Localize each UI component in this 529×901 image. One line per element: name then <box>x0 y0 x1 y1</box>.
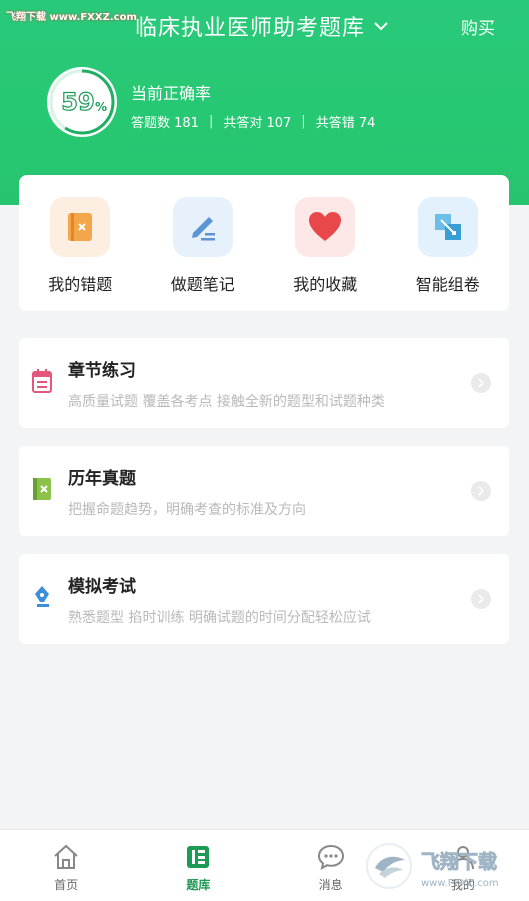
tab-label: 题库 <box>186 878 211 892</box>
accuracy-circle: 59 % <box>45 65 119 139</box>
calendar-list-icon <box>32 369 52 393</box>
card-mock-exam[interactable]: 模拟考试 熟悉题型 掐时训练 明确试题的时间分配轻松应试 <box>19 554 509 644</box>
separator: | <box>301 114 306 129</box>
watermark: 飞翔下载 www.FXXZ.com <box>6 12 137 23</box>
correct-count: 共答对 107 <box>223 116 292 131</box>
chevron-down-icon <box>374 22 388 31</box>
quick-item-smart-paper[interactable]: 智能组卷 <box>387 175 510 311</box>
smart-paper-icon <box>417 197 478 257</box>
answered-count: 答题数 181 <box>131 116 199 131</box>
card-past-exams[interactable]: 历年真题 把握命题趋势，明确考查的标准及方向 <box>19 446 509 536</box>
tab-label: 首页 <box>54 878 79 892</box>
stats-line: 答题数 181 | 共答对 107 | 共答错 74 <box>131 112 375 131</box>
tab-label: 消息 <box>318 878 343 892</box>
card-title: 章节练习 <box>68 361 136 381</box>
accuracy-percent-sign: % <box>95 100 107 114</box>
quick-label: 做题笔记 <box>170 275 235 294</box>
quick-label: 智能组卷 <box>415 275 480 294</box>
separator: | <box>208 114 214 129</box>
quick-item-favorites[interactable]: 我的收藏 <box>264 175 387 311</box>
favorites-heart-icon <box>295 197 356 257</box>
wrong-count: 共答错 74 <box>315 116 376 131</box>
logo-text: 飞翔下载 <box>421 850 497 873</box>
quick-item-wrong-questions[interactable]: 我的错题 <box>19 175 142 311</box>
app-title: 临床执业医师助考题库 <box>135 16 366 41</box>
accuracy-title: 当前正确率 <box>131 84 212 103</box>
chevron-right-icon <box>471 589 491 609</box>
notes-icon <box>172 197 233 257</box>
card-subtitle: 把握命题趋势，明确考查的标准及方向 <box>68 502 306 518</box>
tab-question-bank[interactable]: 题库 <box>132 830 264 901</box>
tab-home[interactable]: 首页 <box>0 830 132 901</box>
pen-nib-icon <box>35 586 49 607</box>
card-subtitle: 高质量试题 覆盖各考点 接触全新的题型和试题种类 <box>68 394 385 410</box>
card-title: 模拟考试 <box>68 577 136 597</box>
card-title: 历年真题 <box>68 469 136 489</box>
title-dropdown[interactable]: 临床执业医师助考题库 <box>135 10 391 42</box>
chevron-right-icon <box>471 373 491 393</box>
watermark-logo: 飞翔下载 www.FXXZ.com <box>366 843 499 889</box>
card-chapter-practice[interactable]: 章节练习 高质量试题 覆盖各考点 接触全新的题型和试题种类 <box>19 338 509 428</box>
accuracy-percent: 59 <box>61 88 94 116</box>
quick-label: 我的错题 <box>48 275 113 294</box>
home-icon <box>54 844 78 869</box>
quick-actions: 我的错题 做题笔记 我的收藏 智能组卷 <box>19 175 509 311</box>
exam-book-icon <box>33 478 51 500</box>
quick-label: 我的收藏 <box>293 275 358 294</box>
wrong-questions-icon <box>50 197 111 257</box>
buy-button[interactable]: 购买 <box>461 14 495 39</box>
question-bank-icon <box>187 846 210 868</box>
card-subtitle: 熟悉题型 掐时训练 明确试题的时间分配轻松应试 <box>68 610 371 626</box>
logo-url: www.FXXZ.com <box>421 878 499 889</box>
quick-item-notes[interactable]: 做题笔记 <box>142 175 265 311</box>
chevron-right-icon <box>471 481 491 501</box>
message-icon <box>317 844 344 870</box>
